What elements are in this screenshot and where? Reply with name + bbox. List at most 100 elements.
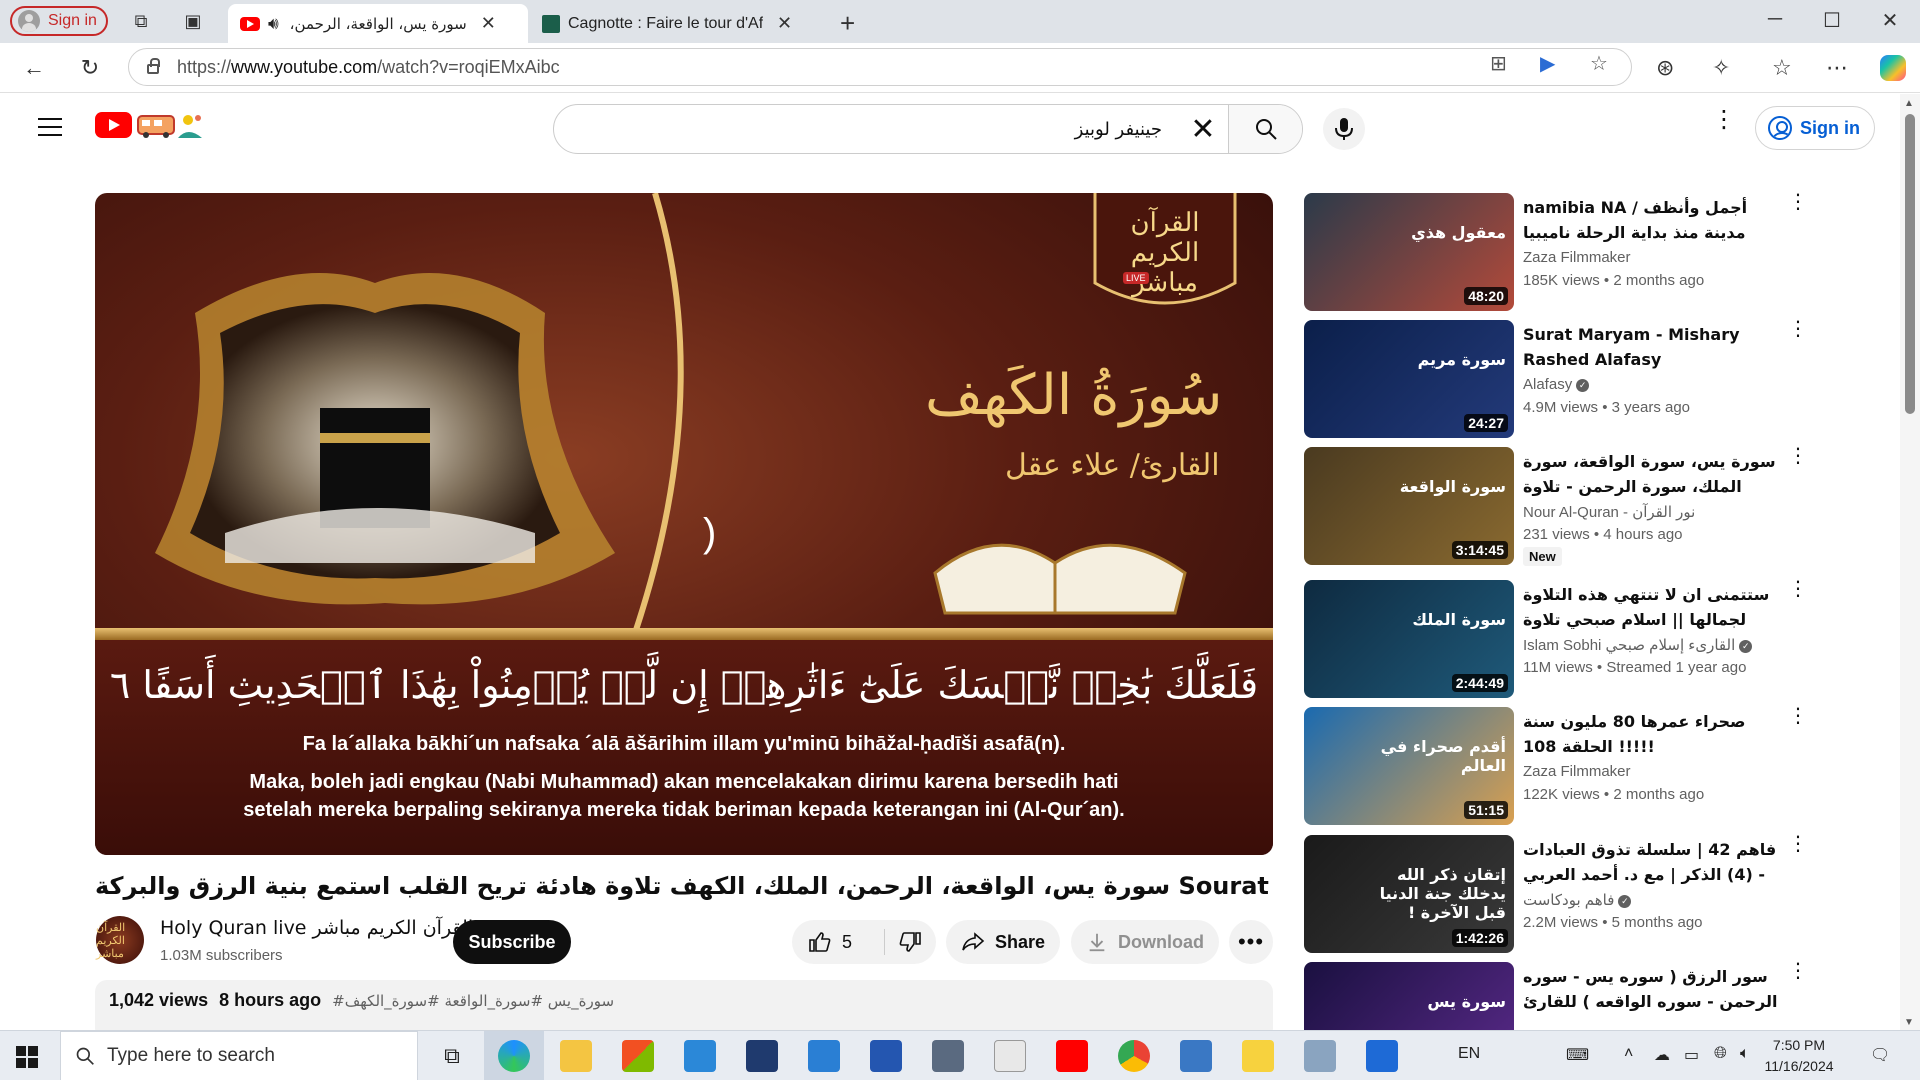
- suggestion-card[interactable]: سورة مريم 24:27 Surat Maryam - Mishary Ras…: [1304, 319, 1808, 440]
- suggestion-menu-icon[interactable]: ⋮: [1788, 579, 1808, 599]
- share-button[interactable]: Share: [946, 920, 1060, 964]
- suggestion-thumbnail[interactable]: سورة الواقعة 3:14:45: [1304, 447, 1514, 565]
- suggestion-menu-icon[interactable]: ⋮: [1788, 192, 1808, 212]
- suggestion-title[interactable]: صحراء عمرها 80 مليون سنة !!!!! الحلقة 10…: [1523, 709, 1778, 759]
- page-scrollbar[interactable]: ▲ ▼: [1900, 94, 1920, 1030]
- tab-actions-icon[interactable]: ▣: [182, 10, 204, 32]
- suggestion-title[interactable]: Surat Maryam - Mishary Rashed Alafasy: [1523, 322, 1778, 372]
- maximize-icon[interactable]: ☐: [1812, 8, 1852, 33]
- extensions-icon[interactable]: ✧: [1712, 55, 1730, 81]
- suggestion-title[interactable]: namibia NA / أجمل وأنظف مدينة منذ بداية …: [1523, 195, 1778, 245]
- search-input[interactable]: [554, 105, 1178, 153]
- read-aloud-icon[interactable]: ▶: [1540, 51, 1555, 76]
- windows-start-icon[interactable]: [16, 1046, 38, 1068]
- suggestion-thumbnail[interactable]: معقول هذي 48:20: [1304, 193, 1514, 311]
- scroll-down-icon[interactable]: ▼: [1904, 1017, 1914, 1028]
- video-player[interactable]: القرآن الكريم مباشر LIVE سُورَةُ الكَهف …: [95, 193, 1273, 855]
- chrome-icon[interactable]: [1118, 1040, 1150, 1072]
- suggestion-menu-icon[interactable]: ⋮: [1788, 834, 1808, 854]
- close-window-icon[interactable]: ✕: [1870, 8, 1910, 33]
- suggestion-card[interactable]: سورة الواقعة 3:14:45 سورة يس، سورة الواقعة…: [1304, 446, 1808, 567]
- like-button[interactable]: 5: [792, 930, 884, 954]
- suggestion-title[interactable]: ستتمنى ان لا تنتهي هذه التلاوة لجمالها |…: [1523, 582, 1778, 632]
- suggestion-menu-icon[interactable]: ⋮: [1788, 706, 1808, 726]
- suggestion-thumbnail[interactable]: سورة الملك 2:44:49: [1304, 580, 1514, 698]
- copilot-icon[interactable]: [1880, 55, 1906, 81]
- sticky-notes-icon[interactable]: [1242, 1040, 1274, 1072]
- suggestion-channel[interactable]: Nour Al-Quran - نور القرآن: [1523, 503, 1695, 521]
- speaker-icon[interactable]: 🔊︎: [268, 14, 279, 34]
- network-app-icon[interactable]: [1304, 1040, 1336, 1072]
- voice-search-button[interactable]: [1323, 108, 1365, 150]
- vscode-icon[interactable]: [808, 1040, 840, 1072]
- suggestion-channel[interactable]: فاهم بودكاست ✓: [1523, 891, 1632, 909]
- hashtags[interactable]: #سورة_يس #سورة_الواقعة #سورة_الكهف: [332, 992, 614, 1010]
- suggestion-card[interactable]: سورة الملك 2:44:49 ستتمنى ان لا تنتهي هذه …: [1304, 579, 1808, 700]
- edge-browser-icon[interactable]: [498, 1040, 530, 1072]
- tracking-prevention-icon[interactable]: ⊛: [1656, 55, 1674, 81]
- suggestion-title[interactable]: سور الرزق ( سوره يس - سوره الرحمن - سوره…: [1523, 964, 1778, 1014]
- tab-close-icon[interactable]: ✕: [481, 13, 496, 34]
- suggestion-card[interactable]: أقدم صحراء في العالم 51:15 صحراء عمرها 80 …: [1304, 706, 1808, 827]
- apps-icon[interactable]: ⊞: [1490, 51, 1507, 76]
- scroll-up-icon[interactable]: ▲: [1904, 98, 1914, 109]
- dislike-button[interactable]: [885, 930, 935, 954]
- keyboard-icon[interactable]: ⌨: [1566, 1045, 1589, 1065]
- suggestion-channel[interactable]: Islam Sobhi القارىء إسلام صبحي ✓: [1523, 636, 1753, 654]
- suggestion-thumbnail[interactable]: إتقان ذكر الله يدخلك جنة الدنيا قبل الآخ…: [1304, 835, 1514, 953]
- tab-cagnotte[interactable]: Cagnotte : Faire le tour d'Afrique ✕: [530, 4, 830, 43]
- snipping-tool-icon[interactable]: [994, 1040, 1026, 1072]
- battery-icon[interactable]: ▭: [1684, 1045, 1699, 1065]
- favorite-star-icon[interactable]: ☆: [1590, 51, 1608, 76]
- browser-profile-button[interactable]: Sign in: [10, 6, 108, 36]
- powershell-ise-icon[interactable]: [870, 1040, 902, 1072]
- download-button[interactable]: Download: [1071, 920, 1219, 964]
- chevron-up-icon[interactable]: ˄: [1624, 1045, 1633, 1063]
- suggestion-title[interactable]: فاهم 42 | سلسلة تذوق العبادات - (4) الذك…: [1523, 837, 1778, 887]
- suggestion-menu-icon[interactable]: ⋮: [1788, 446, 1808, 466]
- more-actions-button[interactable]: •••: [1229, 920, 1273, 964]
- suggestion-card[interactable]: إتقان ذكر الله يدخلك جنة الدنيا قبل الآخ…: [1304, 834, 1808, 955]
- workspaces-icon[interactable]: ⧉: [130, 10, 152, 32]
- suggestion-channel[interactable]: Zaza Filmmaker: [1523, 763, 1631, 780]
- powershell-icon[interactable]: [746, 1040, 778, 1072]
- menu-hamburger-icon[interactable]: [38, 118, 62, 136]
- channel-avatar[interactable]: القرآن الكريم مباشر: [96, 916, 144, 964]
- remote-desktop-icon[interactable]: [1180, 1040, 1212, 1072]
- network-icon[interactable]: ☁: [1654, 1045, 1670, 1065]
- suggestion-thumbnail[interactable]: سورة مريم 24:27: [1304, 320, 1514, 438]
- suggestion-card[interactable]: معقول هذي 48:20 namibia NA / أجمل وأنظف مد…: [1304, 192, 1808, 313]
- globe-icon[interactable]: 🌐︎: [1714, 1045, 1727, 1063]
- language-indicator[interactable]: EN: [1458, 1045, 1480, 1063]
- suggestion-channel[interactable]: Zaza Filmmaker: [1523, 249, 1631, 266]
- lock-icon[interactable]: [147, 58, 160, 74]
- scroll-thumb[interactable]: [1905, 114, 1915, 414]
- suggestion-menu-icon[interactable]: ⋮: [1788, 319, 1808, 339]
- settings-kebab-icon[interactable]: ⋮: [1712, 108, 1736, 132]
- settings-more-icon[interactable]: ⋯: [1826, 55, 1848, 81]
- task-view-icon[interactable]: ⧉: [436, 1040, 468, 1072]
- suggestion-title[interactable]: سورة يس، سورة الواقعة، سورة الملك، سورة …: [1523, 449, 1778, 499]
- address-bar[interactable]: https://www.youtube.com/watch?v=roqiEMxA…: [128, 48, 1632, 86]
- suggestion-thumbnail[interactable]: أقدم صحراء في العالم 51:15: [1304, 707, 1514, 825]
- suggestion-menu-icon[interactable]: ⋮: [1788, 961, 1808, 981]
- subscribe-button[interactable]: Subscribe: [453, 920, 571, 964]
- volume-icon[interactable]: 🔈︎: [1740, 1045, 1750, 1063]
- favorites-icon[interactable]: ☆: [1772, 55, 1792, 81]
- search-button[interactable]: [1228, 105, 1302, 153]
- refresh-icon[interactable]: ↻: [76, 55, 104, 81]
- l-app-icon[interactable]: [1366, 1040, 1398, 1072]
- file-explorer-icon[interactable]: [560, 1040, 592, 1072]
- mail-icon[interactable]: [684, 1040, 716, 1072]
- signin-button[interactable]: Sign in: [1755, 106, 1875, 150]
- notifications-icon[interactable]: 🗨︎: [1870, 1045, 1890, 1065]
- computer-icon[interactable]: [932, 1040, 964, 1072]
- channel-name[interactable]: Holy Quran live القرآن الكريم مباشر: [160, 917, 473, 939]
- youtube-doodle-icon[interactable]: [136, 110, 208, 140]
- tab-close-icon[interactable]: ✕: [777, 13, 792, 34]
- clear-search-icon[interactable]: ✕: [1178, 105, 1228, 153]
- system-clock[interactable]: 7:50 PM 11/16/2024: [1754, 1035, 1844, 1077]
- youtube-app-icon[interactable]: [1056, 1040, 1088, 1072]
- taskbar-search[interactable]: Type here to search: [60, 1031, 418, 1080]
- minimize-icon[interactable]: ─: [1755, 8, 1795, 31]
